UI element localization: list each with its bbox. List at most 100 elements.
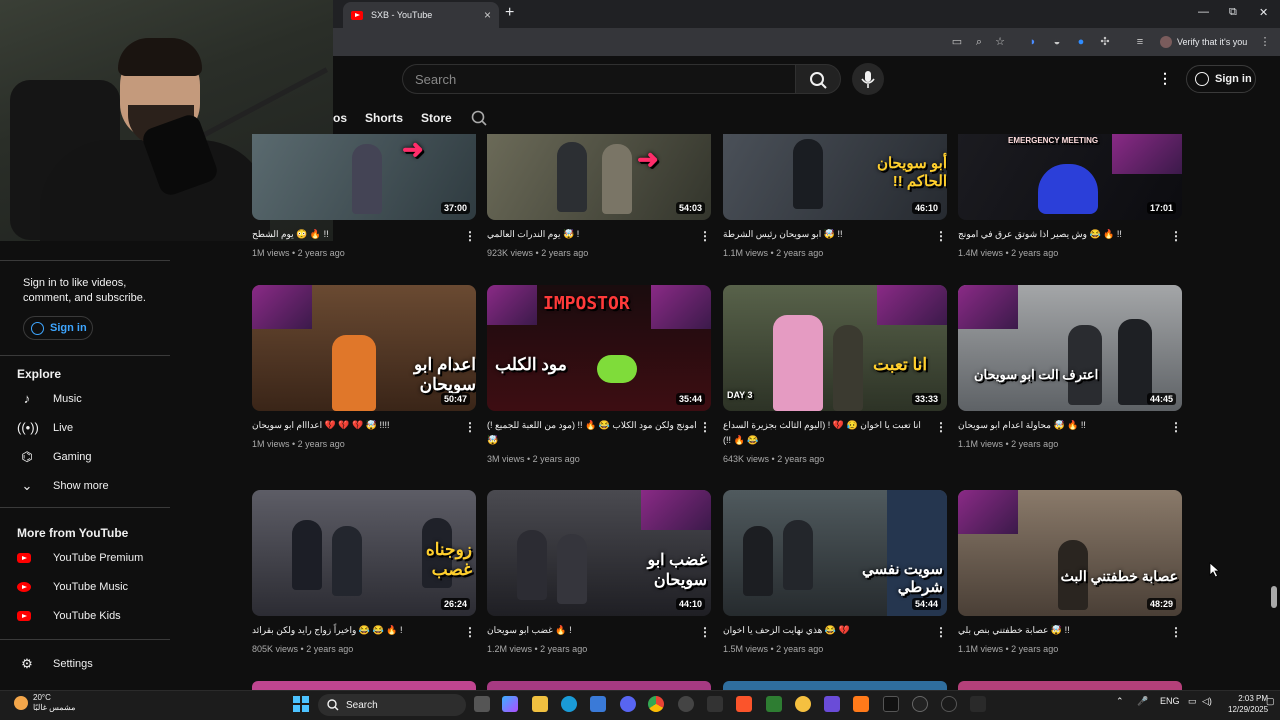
chrome-icon[interactable] (648, 696, 664, 712)
zoom-icon[interactable]: ⌕ (972, 35, 986, 49)
video-title[interactable]: !! 🔥 😳 يوم الشطح (252, 227, 462, 242)
tray-overflow-icon[interactable]: ⌃ (1116, 696, 1124, 707)
app-icon[interactable] (853, 696, 869, 712)
video-card[interactable]: زوجناه غصب 26:24 ! 🔥 😂 😂 واخيراً زواج را… (252, 490, 476, 654)
weather-widget[interactable]: 20°C مشمس غالبًا (14, 693, 75, 713)
notifications-icon[interactable]: ▢ (1266, 696, 1275, 707)
obs-icon[interactable] (941, 696, 957, 712)
video-card[interactable]: IMPOSTOR مود الكلب 35:44 امونج ولكن مود … (487, 285, 711, 464)
video-card[interactable]: EMERGENCY MEETING 17:01 !! 🔥 😂 وش يصير ا… (958, 134, 1182, 258)
video-menu-icon[interactable]: ⋮ (935, 420, 947, 434)
video-menu-icon[interactable]: ⋮ (935, 625, 947, 639)
extension-icon[interactable]: ◗ (1026, 35, 1040, 49)
video-thumbnail[interactable]: ➜ 37:00 (252, 134, 476, 220)
video-card[interactable]: أبو سويحان الحاكم !! 46:10 !! 🤯 ابو سويح… (723, 134, 947, 258)
voice-search-button[interactable] (852, 63, 884, 95)
close-window-button[interactable]: ✕ (1259, 6, 1268, 19)
tiktok-icon[interactable] (883, 696, 899, 712)
video-card[interactable]: ➜ 37:00 !! 🔥 😳 يوم الشطح 1M views • 2 ye… (252, 134, 476, 258)
discord-icon[interactable] (620, 696, 636, 712)
video-thumbnail[interactable]: زوجناه غصب 26:24 (252, 490, 476, 616)
copilot-icon[interactable] (502, 696, 518, 712)
video-card[interactable]: سويت نفسي شرطي 54:44 💔 😂 هذي نهايت الزحف… (723, 490, 947, 654)
more-options-icon[interactable]: ⋮ (1158, 70, 1172, 87)
video-thumbnail[interactable]: سويت نفسي شرطي 54:44 (723, 490, 947, 616)
video-menu-icon[interactable]: ⋮ (464, 625, 476, 639)
app-icon[interactable] (707, 696, 723, 712)
video-thumbnail[interactable]: IMPOSTOR مود الكلب 35:44 (487, 285, 711, 411)
video-thumbnail[interactable] (723, 681, 947, 690)
app-icon[interactable] (824, 696, 840, 712)
video-thumbnail[interactable]: عصابة خطفتني البث 48:29 (958, 490, 1182, 616)
edge-icon[interactable] (561, 696, 577, 712)
video-title[interactable]: ! 🔥 غضب ابو سويحان (487, 623, 697, 638)
minimize-button[interactable]: — (1198, 6, 1209, 18)
video-title[interactable]: ! 🔥 😂 😂 واخيراً زواج رايد ولكن بقرائد (252, 623, 462, 638)
sidebar-item-music[interactable]: ♪ Music (17, 389, 82, 409)
bookmark-star-icon[interactable]: ☆ (993, 35, 1007, 49)
close-tab-button[interactable]: × (484, 8, 491, 22)
new-tab-button[interactable]: + (505, 4, 514, 22)
app-icon[interactable] (912, 696, 928, 712)
app-icon[interactable] (766, 696, 782, 712)
sign-in-button[interactable]: Sign in (1186, 65, 1256, 93)
app-icon[interactable] (970, 696, 986, 712)
video-thumbnail[interactable] (487, 681, 711, 690)
video-title[interactable]: !! 🔥 😂 وش يصير اذا شوتق عرق في امونج (958, 227, 1168, 242)
network-icon[interactable]: ▭ (1188, 696, 1197, 707)
video-title[interactable]: انا تعبت يا اخوان 😥 💔 ! (اليوم الثالث بج… (723, 418, 933, 448)
video-menu-icon[interactable]: ⋮ (699, 229, 711, 243)
video-thumbnail[interactable]: أبو سويحان الحاكم !! 46:10 (723, 134, 947, 220)
video-menu-icon[interactable]: ⋮ (464, 420, 476, 434)
video-menu-icon[interactable]: ⋮ (1170, 625, 1182, 639)
taskbar-clock[interactable]: 2:03 PM 12/29/2025 (1228, 693, 1268, 715)
app-icon[interactable] (795, 696, 811, 712)
windows-start-icon[interactable] (293, 696, 309, 712)
browser-tab[interactable]: SXB - YouTube × (343, 2, 499, 28)
video-card[interactable]: DAY 3 انا تعبت 33:33 انا تعبت يا اخوان 😥… (723, 285, 947, 464)
video-menu-icon[interactable]: ⋮ (1170, 420, 1182, 434)
video-title[interactable]: ! 🤯 يوم الندرات العالمي (487, 227, 697, 242)
sidebar-item-settings[interactable]: ⚙ Settings (17, 654, 93, 674)
taskbar-search[interactable]: Search (318, 694, 466, 716)
video-menu-icon[interactable]: ⋮ (699, 420, 711, 434)
app-icon[interactable] (678, 696, 694, 712)
search-button[interactable] (795, 64, 841, 94)
video-thumbnail[interactable]: غضب ابو سويحان 44:10 (487, 490, 711, 616)
task-view-icon[interactable] (474, 696, 490, 712)
sidebar-item-youtube-premium[interactable]: YouTube Premium (17, 548, 143, 568)
microphone-icon[interactable]: 🎤 (1137, 696, 1148, 707)
sidebar-item-show-more[interactable]: ⌄ Show more (17, 476, 109, 496)
maximize-button[interactable]: ⧉ (1229, 6, 1237, 19)
brave-icon[interactable] (736, 696, 752, 712)
video-title[interactable]: !! 🤯 عصابة خطفتني بنص بلي (958, 623, 1168, 638)
video-thumbnail[interactable]: ➜ 54:03 (487, 134, 711, 220)
video-thumbnail[interactable] (958, 681, 1182, 690)
search-input[interactable]: Search (402, 64, 795, 94)
video-menu-icon[interactable]: ⋮ (1170, 229, 1182, 243)
video-card[interactable]: عصابة خطفتني البث 48:29 !! 🤯 عصابة خطفتن… (958, 490, 1182, 654)
video-title[interactable]: !! 🔥 🤯 محاولة اعدام ابو سويحان (958, 418, 1168, 433)
sidebar-item-live[interactable]: ((•)) Live (17, 418, 73, 438)
language-indicator[interactable]: ENG (1160, 696, 1180, 706)
extension-icon[interactable]: ◒ (1050, 35, 1064, 49)
video-title[interactable]: !!!! 🤯 💔 💔 💔 اعدااام ابو سويحان (252, 418, 462, 433)
extension-icon[interactable]: ● (1074, 35, 1088, 49)
video-card[interactable]: غضب ابو سويحان 44:10 ! 🔥 غضب ابو سويحان … (487, 490, 711, 654)
scrollbar-thumb[interactable] (1271, 586, 1277, 608)
video-title[interactable]: امونج ولكن مود الكلاب 😂 🔥 !! (مود من الل… (487, 418, 697, 448)
extensions-puzzle-icon[interactable]: ✣ (1098, 35, 1112, 49)
channel-search-icon[interactable] (470, 109, 488, 127)
video-menu-icon[interactable]: ⋮ (935, 229, 947, 243)
sidebar-sign-in-button[interactable]: Sign in (23, 316, 93, 340)
volume-icon[interactable]: ◁) (1202, 696, 1212, 707)
browser-menu-icon[interactable]: ⋮ (1258, 35, 1272, 49)
video-card[interactable]: اعدام ابو سويحان 50:47 !!!! 🤯 💔 💔 💔 اعدا… (252, 285, 476, 449)
profile-chip[interactable]: Verify that it's you (1160, 33, 1247, 51)
video-thumbnail[interactable]: DAY 3 انا تعبت 33:33 (723, 285, 947, 411)
sidebar-item-youtube-kids[interactable]: YouTube Kids (17, 606, 121, 626)
video-title[interactable]: 💔 😂 هذي نهايت الزحف يا اخوان (723, 623, 933, 638)
install-app-icon[interactable]: ▭ (950, 35, 964, 49)
file-explorer-icon[interactable] (532, 696, 548, 712)
tab-store[interactable]: Store (421, 111, 452, 125)
